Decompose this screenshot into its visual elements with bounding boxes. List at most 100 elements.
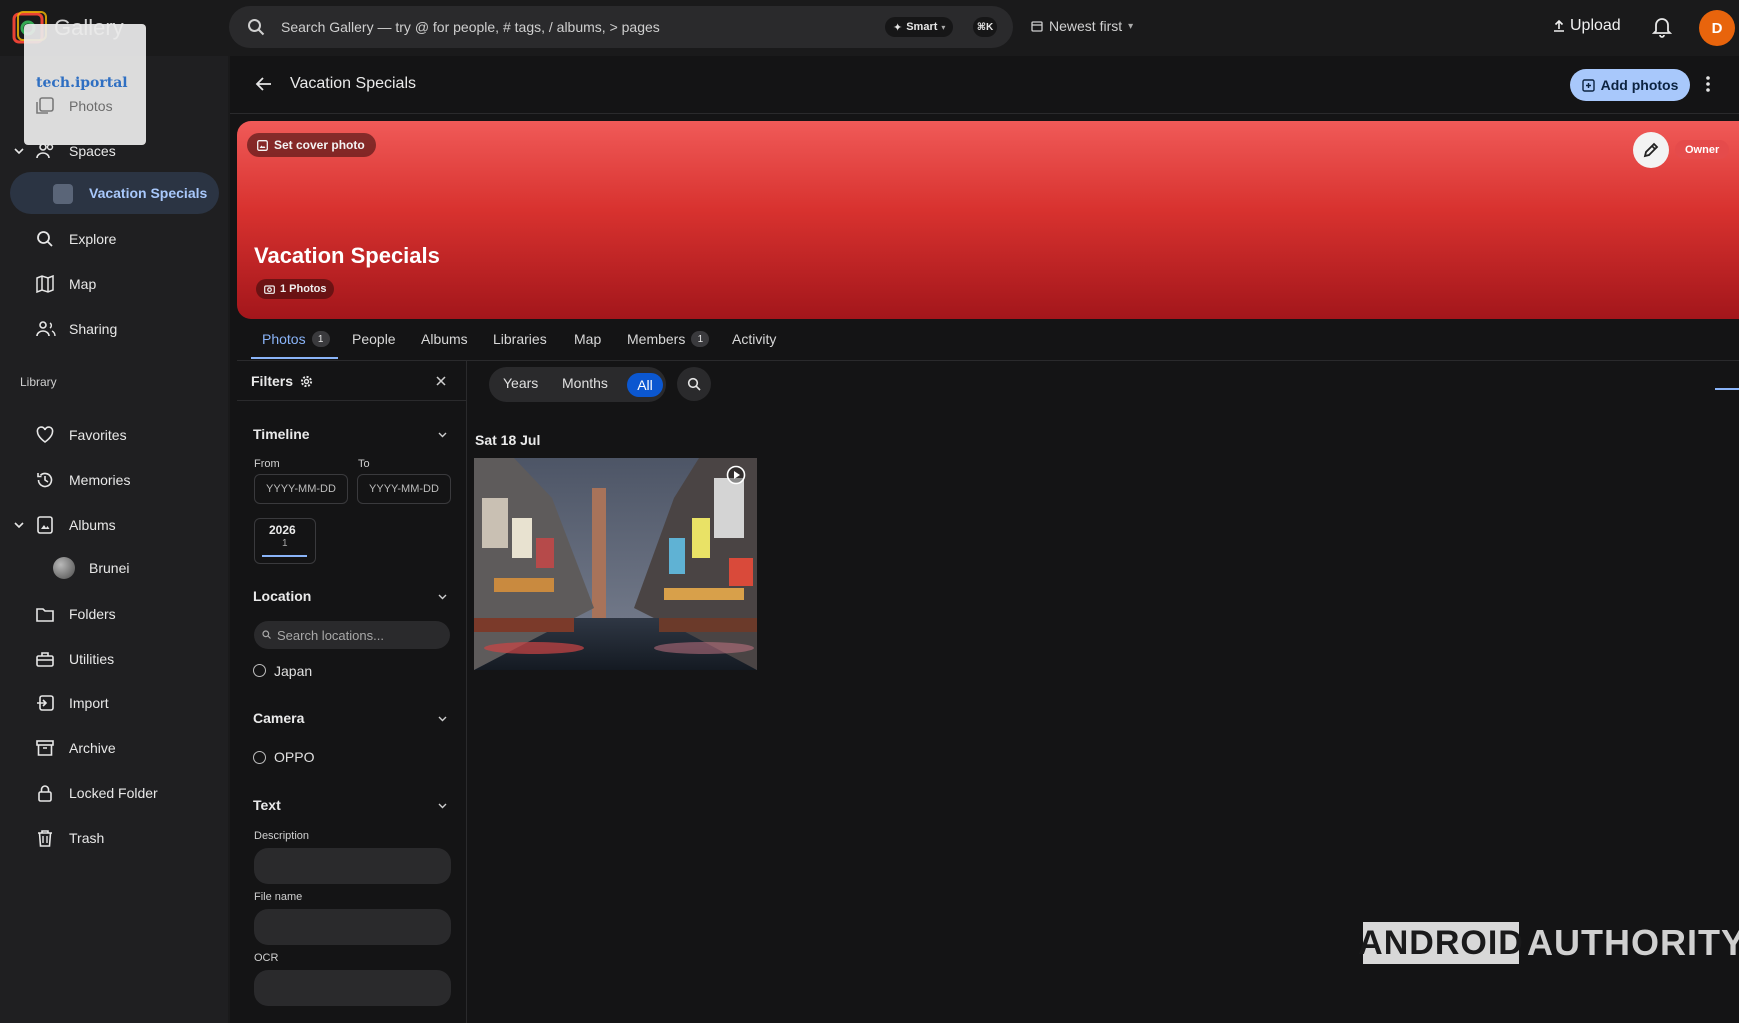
camera-section-title[interactable]: Camera	[253, 710, 304, 726]
sidebar-item-albums[interactable]: Albums	[0, 505, 220, 545]
ocr-input[interactable]	[254, 970, 451, 1006]
photo-thumbnail[interactable]	[474, 458, 757, 670]
tab-label: Photos	[262, 331, 306, 347]
sidebar-item-label: Archive	[69, 740, 116, 756]
chevron-down-icon[interactable]	[438, 430, 447, 439]
timeline-section-title[interactable]: Timeline	[253, 426, 310, 442]
location-radio-japan[interactable]	[253, 664, 266, 677]
set-cover-label: Set cover photo	[274, 138, 365, 152]
sidebar-item-utilities[interactable]: Utilities	[0, 639, 220, 679]
sidebar-item-sharing[interactable]: Sharing	[0, 309, 220, 349]
page-title: Vacation Specials	[290, 75, 416, 92]
add-photos-label: Add photos	[1600, 77, 1679, 93]
edit-space-button[interactable]	[1633, 132, 1669, 168]
filters-header: Filters	[251, 373, 313, 389]
range-months-button[interactable]: Months	[562, 375, 608, 391]
year-count: 1	[282, 538, 288, 549]
file-name-label: File name	[254, 891, 303, 903]
watermark-brand-right: AUTHORITY	[1527, 922, 1739, 963]
text-section-title[interactable]: Text	[253, 797, 281, 813]
search-bar[interactable]: Search Gallery — try @ for people, # tag…	[229, 6, 1013, 48]
tab-people[interactable]: People	[352, 331, 396, 347]
sidebar-item-memories[interactable]: Memories	[0, 460, 220, 500]
sidebar-item-brunei[interactable]: Brunei	[0, 548, 220, 588]
sidebar-item-explore[interactable]: Explore	[0, 219, 220, 259]
camera-radio-oppo[interactable]	[253, 751, 266, 764]
upload-label: Upload	[1570, 17, 1621, 34]
description-label: Description	[254, 830, 310, 842]
sidebar-item-label: Import	[69, 695, 109, 711]
from-label: From	[254, 458, 280, 470]
tab-count-badge: 1	[311, 331, 330, 347]
location-section-title[interactable]: Location	[253, 588, 311, 604]
photo-count-chip: 1 Photos	[256, 279, 335, 299]
description-input[interactable]	[254, 848, 451, 884]
location-search-placeholder: Search locations...	[277, 628, 384, 643]
filters-title: Filters	[251, 373, 294, 389]
photos-icon	[36, 97, 54, 115]
to-date-input[interactable]: YYYY-MM-DD	[357, 474, 451, 504]
from-date-input[interactable]: YYYY-MM-DD	[254, 474, 348, 504]
trash-icon	[36, 829, 54, 847]
chevron-down-icon[interactable]	[438, 714, 447, 723]
sort-label: Newest first	[1049, 18, 1123, 34]
sort-dropdown[interactable]: Newest first ▾	[1031, 18, 1133, 34]
lock-icon	[36, 784, 54, 802]
calendar-sort-icon	[1031, 20, 1043, 32]
album-icon	[36, 516, 54, 534]
sidebar-item-label: Trash	[69, 830, 105, 846]
sidebar-item-label: Folders	[69, 606, 116, 622]
tab-map[interactable]: Map	[574, 331, 601, 347]
chevron-down-icon[interactable]	[438, 592, 447, 601]
sidebar-item-label: Memories	[69, 472, 131, 488]
chevron-down-icon[interactable]	[438, 801, 447, 810]
date-group-heading: Sat 18 Jul	[475, 432, 541, 448]
sidebar-item-spaces[interactable]: Spaces	[0, 131, 220, 171]
upload-button[interactable]: Upload	[1552, 17, 1621, 35]
sidebar-item-label: Photos	[69, 98, 113, 114]
tab-members[interactable]: Members 1	[627, 331, 710, 347]
sidebar-item-locked-folder[interactable]: Locked Folder	[0, 773, 220, 813]
location-option-label: Japan	[274, 663, 313, 679]
chevron-down-icon[interactable]	[14, 520, 24, 530]
chevron-down-icon[interactable]	[14, 146, 24, 156]
sidebar-item-import[interactable]: Import	[0, 683, 220, 723]
tab-photos[interactable]: Photos 1	[262, 331, 330, 347]
sidebar-item-label: Favorites	[69, 427, 127, 443]
watermark-brand-left: ANDROID	[1358, 922, 1523, 964]
tab-label: Activity	[732, 331, 777, 347]
gear-icon[interactable]	[300, 375, 313, 388]
tab-libraries[interactable]: Libraries	[493, 331, 547, 347]
sidebar-item-archive[interactable]: Archive	[0, 728, 220, 768]
history-icon	[36, 471, 54, 489]
back-arrow-icon[interactable]	[255, 75, 273, 93]
sidebar-item-label: Spaces	[69, 143, 116, 159]
set-cover-photo-button[interactable]: Set cover photo	[247, 133, 376, 157]
file-name-input[interactable]	[254, 909, 451, 945]
grid-search-button[interactable]	[677, 367, 711, 401]
sidebar-item-trash[interactable]: Trash	[0, 818, 220, 858]
tab-activity[interactable]: Activity	[732, 331, 776, 347]
camera-icon	[264, 284, 275, 294]
notifications-bell-icon[interactable]	[1652, 16, 1672, 38]
range-all-button[interactable]: All	[627, 373, 663, 397]
close-icon[interactable]	[436, 376, 446, 386]
add-photos-button[interactable]: Add photos	[1570, 69, 1690, 101]
sharing-icon	[36, 320, 56, 338]
chevron-down-icon: ▾	[1128, 20, 1134, 32]
owner-badge: Owner	[1675, 140, 1730, 159]
range-years-button[interactable]: Years	[503, 375, 538, 391]
sidebar-item-folders[interactable]: Folders	[0, 594, 220, 634]
search-input[interactable]: Search Gallery — try @ for people, # tag…	[281, 19, 660, 35]
folder-icon	[36, 605, 54, 623]
filters-divider	[237, 400, 466, 401]
tab-label: Albums	[421, 331, 468, 347]
user-avatar[interactable]: D	[1699, 10, 1735, 46]
more-vertical-icon[interactable]	[1706, 76, 1710, 92]
sidebar-item-vacation-specials[interactable]: Vacation Specials	[0, 173, 220, 213]
heart-icon	[36, 426, 54, 444]
sidebar-item-map[interactable]: Map	[0, 264, 220, 304]
sidebar-item-favorites[interactable]: Favorites	[0, 415, 220, 455]
smart-search-toggle[interactable]: ✦ Smart ▾	[885, 17, 954, 37]
tab-albums[interactable]: Albums	[421, 331, 468, 347]
